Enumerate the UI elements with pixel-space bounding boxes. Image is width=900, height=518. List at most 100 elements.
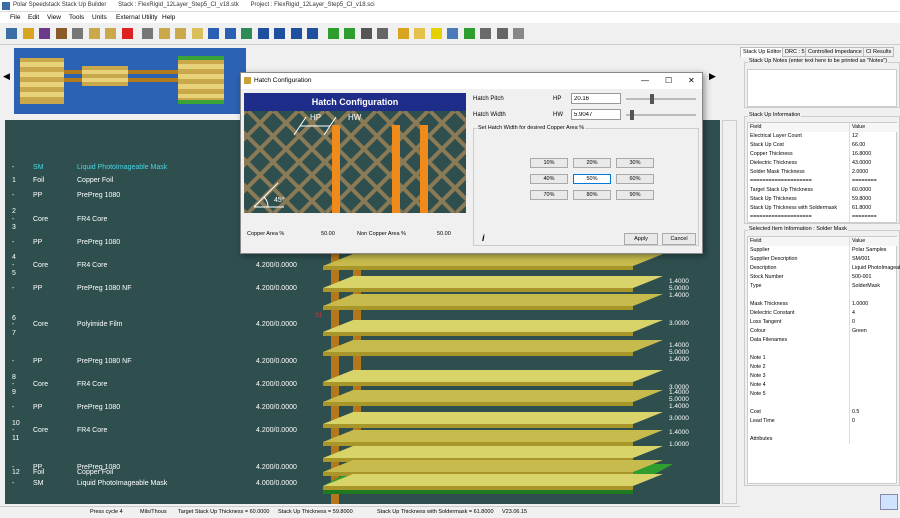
grid-row[interactable]: Note 4 — [748, 381, 898, 390]
copper-percent-button[interactable]: 50% — [573, 174, 611, 184]
grid-row[interactable]: Electrical Layer Count 12 — [748, 132, 898, 141]
toolbar-button[interactable] — [37, 26, 52, 41]
tab-controlled-impedance[interactable]: Controlled Impedance — [805, 47, 865, 57]
copper-percent-button[interactable]: 80% — [573, 190, 611, 200]
toolbar-button[interactable] — [256, 26, 271, 41]
grid-row[interactable] — [748, 345, 898, 354]
tab-drc[interactable]: DRC : 5 — [782, 47, 808, 57]
toolbar-button[interactable] — [223, 26, 238, 41]
toolbar-button[interactable] — [54, 26, 69, 41]
grid-row[interactable]: Target Stack Up Thickness 60.0000 — [748, 186, 898, 195]
tab-stack-up-editor[interactable]: Stack Up Editor — [740, 47, 785, 57]
toolbar-button[interactable] — [375, 26, 390, 41]
toolbar-button[interactable] — [157, 26, 172, 41]
info-icon[interactable]: i — [482, 233, 485, 243]
grid-row[interactable] — [748, 399, 898, 408]
grid-row[interactable]: Mask Thickness 1.0000 — [748, 300, 898, 309]
grid-row[interactable]: Dielectric Thickness 43.0000 — [748, 159, 898, 168]
tab-ci-results[interactable]: CI Results — [863, 47, 895, 57]
hatch-pitch-input[interactable] — [571, 93, 621, 104]
menu-file[interactable]: File — [10, 14, 20, 21]
swap-icon[interactable] — [880, 494, 898, 510]
toolbar-button[interactable] — [359, 26, 374, 41]
grid-row[interactable]: Colour Green — [748, 327, 898, 336]
menu-view[interactable]: View — [47, 14, 61, 21]
toolbar-button[interactable] — [239, 26, 254, 41]
toolbar-button[interactable] — [412, 26, 427, 41]
grid-row[interactable]: ==================== ======== — [748, 213, 898, 222]
grid-row[interactable]: Description Liquid PhotoImageable — [748, 264, 900, 273]
menu-tools[interactable]: Tools — [69, 14, 84, 21]
toolbar-button[interactable] — [103, 26, 118, 41]
toolbar-button[interactable] — [511, 26, 526, 41]
hatch-pitch-slider-thumb[interactable] — [650, 94, 654, 104]
toolbar-button[interactable] — [326, 26, 341, 41]
toolbar-button[interactable] — [289, 26, 304, 41]
toolbar-button[interactable] — [429, 26, 444, 41]
toolbar-button[interactable] — [305, 26, 320, 41]
toolbar-button[interactable] — [140, 26, 155, 41]
grid-row[interactable]: Note 5 — [748, 390, 898, 399]
grid-row[interactable]: Note 1 — [748, 354, 898, 363]
toolbar-button[interactable] — [478, 26, 493, 41]
toolbar-button[interactable] — [272, 26, 287, 41]
hatch-width-slider-thumb[interactable] — [630, 110, 634, 120]
grid-row[interactable]: Note 2 — [748, 363, 898, 372]
grid-row[interactable]: Lead Time 0 — [748, 417, 898, 426]
grid-row[interactable]: Copper Thickness 16.8000 — [748, 150, 898, 159]
toolbar-button[interactable] — [21, 26, 36, 41]
grid-row[interactable]: Stack Up Thickness 59.8000 — [748, 195, 898, 204]
toolbar-button[interactable] — [173, 26, 188, 41]
toolbar-button[interactable] — [206, 26, 221, 41]
apply-button[interactable]: Apply — [624, 233, 658, 245]
menu-external-utility[interactable]: External Utility — [116, 14, 158, 21]
grid-row[interactable]: Loss Tangent 0 — [748, 318, 898, 327]
copper-percent-button[interactable]: 20% — [573, 158, 611, 168]
grid-row[interactable]: Note 3 — [748, 372, 898, 381]
copper-percent-button[interactable]: 70% — [530, 190, 568, 200]
toolbar-button[interactable] — [4, 26, 19, 41]
menu-help[interactable]: Help — [162, 14, 175, 21]
copper-percent-button[interactable]: 60% — [616, 174, 654, 184]
minimize-icon[interactable]: — — [641, 76, 649, 85]
close-icon[interactable]: ✕ — [688, 76, 695, 85]
grid-row[interactable]: Stack Up Cost 66.00 — [748, 141, 898, 150]
copper-percent-button[interactable]: 10% — [530, 158, 568, 168]
cancel-button[interactable]: Cancel — [662, 233, 696, 245]
grid-row[interactable] — [748, 426, 898, 435]
maximize-icon[interactable]: ☐ — [665, 76, 672, 85]
copper-percent-button[interactable]: 90% — [616, 190, 654, 200]
grid-row[interactable] — [748, 291, 898, 300]
toolbar-button[interactable] — [445, 26, 460, 41]
grid-row[interactable]: Attributes — [748, 435, 898, 444]
toolbar-button[interactable] — [462, 26, 477, 41]
main-scrollbar[interactable] — [722, 120, 737, 504]
scroll-right-icon[interactable]: ▶ — [709, 71, 716, 82]
toolbar-button[interactable] — [342, 26, 357, 41]
scroll-left-icon[interactable]: ◀ — [3, 71, 10, 82]
grid-row[interactable]: Dielectric Constant 4 — [748, 309, 898, 318]
menu-units[interactable]: Units — [92, 14, 107, 21]
grid-row[interactable]: Stock Number 500-001 — [748, 273, 898, 282]
toolbar-button[interactable] — [190, 26, 205, 41]
toolbar-button[interactable] — [495, 26, 510, 41]
toolbar-button[interactable] — [120, 26, 135, 41]
hatch-width-input[interactable] — [571, 109, 621, 120]
grid-row[interactable]: Supplier Polar Samples — [748, 246, 898, 255]
notes-textarea[interactable] — [747, 69, 897, 107]
grid-row[interactable]: Supplier Description SM/001 — [748, 255, 898, 264]
menu-edit[interactable]: Edit — [28, 14, 39, 21]
copper-percent-button[interactable]: 40% — [530, 174, 568, 184]
grid-row[interactable]: Type SolderMask — [748, 282, 898, 291]
grid-row[interactable]: ==================== ======== — [748, 177, 898, 186]
hatch-pitch-slider[interactable] — [626, 94, 696, 104]
toolbar-button[interactable] — [70, 26, 85, 41]
grid-row[interactable]: Data Filenames — [748, 336, 898, 345]
copper-percent-button[interactable]: 30% — [616, 158, 654, 168]
toolbar-button[interactable] — [396, 26, 411, 41]
grid-row[interactable]: Cost 0.5 — [748, 408, 898, 417]
grid-row[interactable]: Stack Up Thickness with Soldermask 61.800… — [748, 204, 898, 213]
grid-row[interactable]: Solder Mask Thickness 2.0000 — [748, 168, 898, 177]
hatch-width-slider[interactable] — [626, 110, 696, 120]
toolbar-button[interactable] — [87, 26, 102, 41]
